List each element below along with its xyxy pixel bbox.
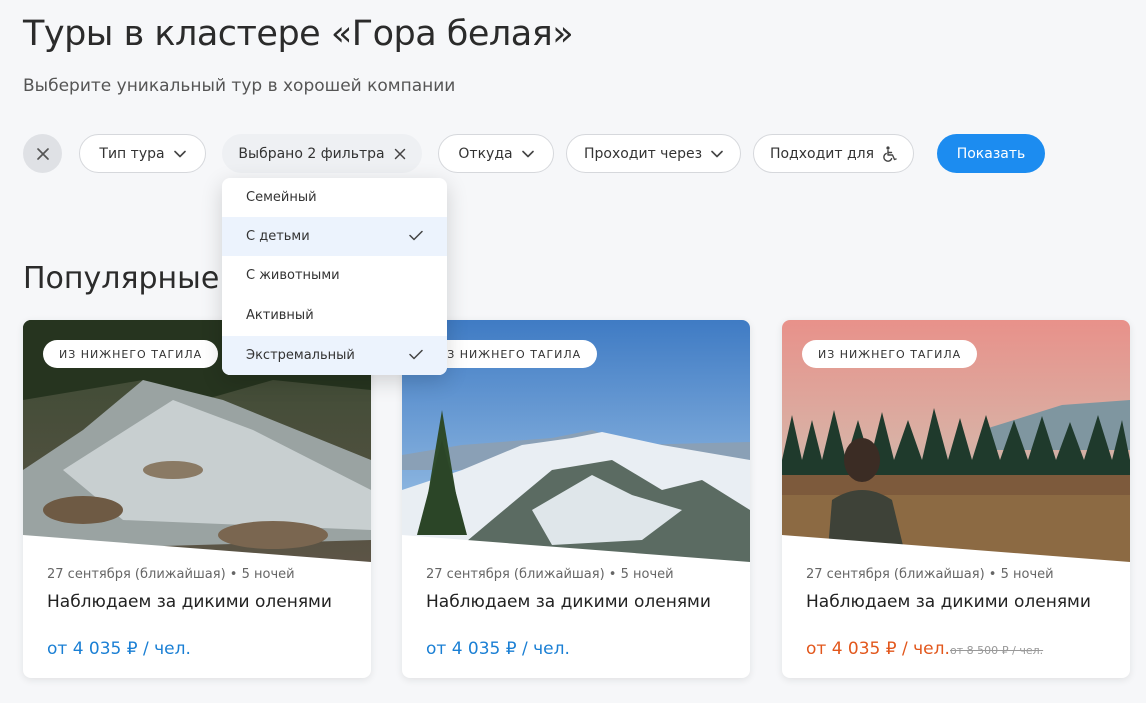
tour-type-dropdown: Семейный С детьми С животными Активный Э… [222,178,447,375]
selected-filters-chip[interactable]: Выбрано 2 фильтра [222,134,422,173]
chevron-down-icon [711,150,723,157]
tour-type-filter[interactable]: Тип тура [79,134,206,173]
clear-filters-button[interactable] [23,134,62,173]
tour-card[interactable]: ИЗ НИЖНЕГО ТАГИЛА 27 сентября (ближайшая… [402,320,750,678]
page-title: Туры в кластере «Гора белая» [23,14,574,54]
from-filter-label: Откуда [458,145,513,162]
tour-price: от 4 035 ₽ / чел. [47,639,191,659]
dropdown-item-label: С детьми [246,229,310,244]
page-subtitle: Выберите уникальный тур в хорошей компан… [23,76,456,96]
dropdown-item-label: Экстремальный [246,348,355,363]
check-icon [409,230,423,241]
origin-badge: ИЗ НИЖНЕГО ТАГИЛА [43,340,219,368]
check-icon [409,349,423,360]
tour-dates: 27 сентября (ближайшая) • 5 ночей [426,567,674,582]
tour-type-filter-label: Тип тура [99,145,165,162]
selected-filters-label: Выбрано 2 фильтра [238,145,385,162]
dropdown-item[interactable]: С детьми [222,217,447,256]
dropdown-item[interactable]: Экстремальный [222,336,447,375]
tour-card[interactable]: ИЗ НИЖНЕГО ТАГИЛА 27 сентября (ближайшая… [782,320,1130,678]
dropdown-item[interactable]: Активный [222,296,447,335]
tour-price: от 4 035 ₽ / чел. [806,639,950,659]
origin-badge: ИЗ НИЖНЕГО ТАГИЛА [422,340,598,368]
chevron-down-icon [521,150,534,157]
tour-price: от 4 035 ₽ / чел. [426,639,570,659]
passes-through-filter-label: Проходит через [583,145,703,162]
tour-title[interactable]: Наблюдаем за дикими оленями [47,592,332,612]
dropdown-item[interactable]: Семейный [222,178,447,217]
dropdown-item[interactable]: С животными [222,256,447,295]
suits-for-filter-label: Подходит для [769,145,875,162]
tour-title[interactable]: Наблюдаем за дикими оленями [806,592,1091,612]
dropdown-item-label: Семейный [246,190,317,205]
from-filter[interactable]: Откуда [438,134,554,173]
close-icon [36,147,49,160]
tour-dates: 27 сентября (ближайшая) • 5 ночей [47,567,295,582]
passes-through-filter[interactable]: Проходит через [566,134,741,173]
wheelchair-icon [883,145,897,162]
tour-old-price: от 8 500 ₽ / чел. [950,644,1044,657]
dropdown-item-label: Активный [246,308,314,323]
dropdown-item-label: С животными [246,268,340,283]
filter-bar: Тип тура Выбрано 2 фильтра Откуда Проход… [23,134,1123,173]
tour-title[interactable]: Наблюдаем за дикими оленями [426,592,711,612]
suits-for-filter[interactable]: Подходит для [753,134,914,173]
origin-badge: ИЗ НИЖНЕГО ТАГИЛА [802,340,978,368]
show-button[interactable]: Показать [937,134,1045,173]
close-icon[interactable] [394,148,406,160]
tour-dates: 27 сентября (ближайшая) • 5 ночей [806,567,1054,582]
chevron-down-icon [173,150,186,157]
